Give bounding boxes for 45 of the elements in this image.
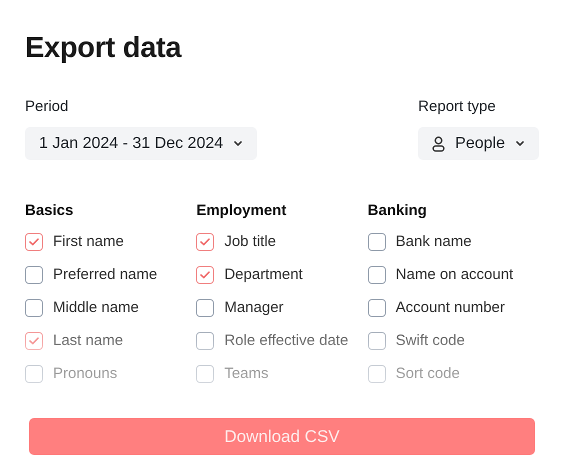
checkbox-label: Role effective date bbox=[224, 332, 348, 349]
column-heading: Basics bbox=[25, 202, 74, 219]
checkmark-icon bbox=[29, 238, 39, 246]
checkbox-label: Teams bbox=[224, 365, 269, 382]
checkbox[interactable] bbox=[196, 298, 214, 316]
checkbox[interactable] bbox=[196, 332, 214, 350]
person-icon bbox=[432, 136, 446, 152]
checkbox[interactable] bbox=[368, 266, 386, 284]
checkbox-label: Bank name bbox=[396, 233, 472, 250]
checkbox-label: First name bbox=[53, 233, 124, 250]
page-title: Export data bbox=[25, 32, 183, 66]
checkmark-icon bbox=[200, 270, 210, 278]
checkmark-icon bbox=[29, 336, 39, 344]
checkbox-label: Pronouns bbox=[53, 365, 118, 382]
checkbox[interactable] bbox=[196, 266, 214, 284]
checkbox-label: Last name bbox=[53, 332, 124, 349]
field-label: Period bbox=[25, 98, 70, 115]
checkbox-label: Manager bbox=[224, 299, 284, 316]
report-type-dropdown[interactable]: People bbox=[418, 127, 539, 160]
checkbox[interactable] bbox=[368, 332, 386, 350]
column-heading: Banking bbox=[368, 202, 428, 219]
checkbox[interactable] bbox=[196, 232, 214, 250]
checkbox[interactable] bbox=[25, 266, 43, 284]
checkbox[interactable] bbox=[25, 332, 43, 350]
checkbox-label: Swift code bbox=[396, 332, 465, 349]
column-heading: Employment bbox=[196, 202, 288, 219]
checkbox[interactable] bbox=[368, 232, 386, 250]
checkbox-label: Preferred name bbox=[53, 266, 158, 283]
chevron-down-icon bbox=[515, 140, 525, 146]
checkbox-label: Middle name bbox=[53, 299, 139, 316]
period-dropdown[interactable]: 1 Jan 2024 - 31 Dec 2024 bbox=[25, 127, 258, 160]
checkbox[interactable] bbox=[368, 364, 386, 382]
checkbox-label: Department bbox=[224, 266, 303, 283]
checkbox-label: Name on account bbox=[396, 266, 514, 283]
checkmark-icon bbox=[200, 238, 210, 246]
checkbox[interactable] bbox=[25, 364, 43, 382]
chevron-down-icon bbox=[233, 140, 244, 146]
checkbox[interactable] bbox=[25, 298, 43, 316]
checkbox-label: Account number bbox=[396, 299, 505, 316]
checkbox-label: Job title bbox=[224, 233, 276, 250]
checkbox-label: Sort code bbox=[396, 365, 460, 382]
field-label: Report type bbox=[418, 98, 497, 115]
checkbox[interactable] bbox=[368, 298, 386, 316]
checkbox[interactable] bbox=[196, 364, 214, 382]
checkbox[interactable] bbox=[25, 232, 43, 250]
